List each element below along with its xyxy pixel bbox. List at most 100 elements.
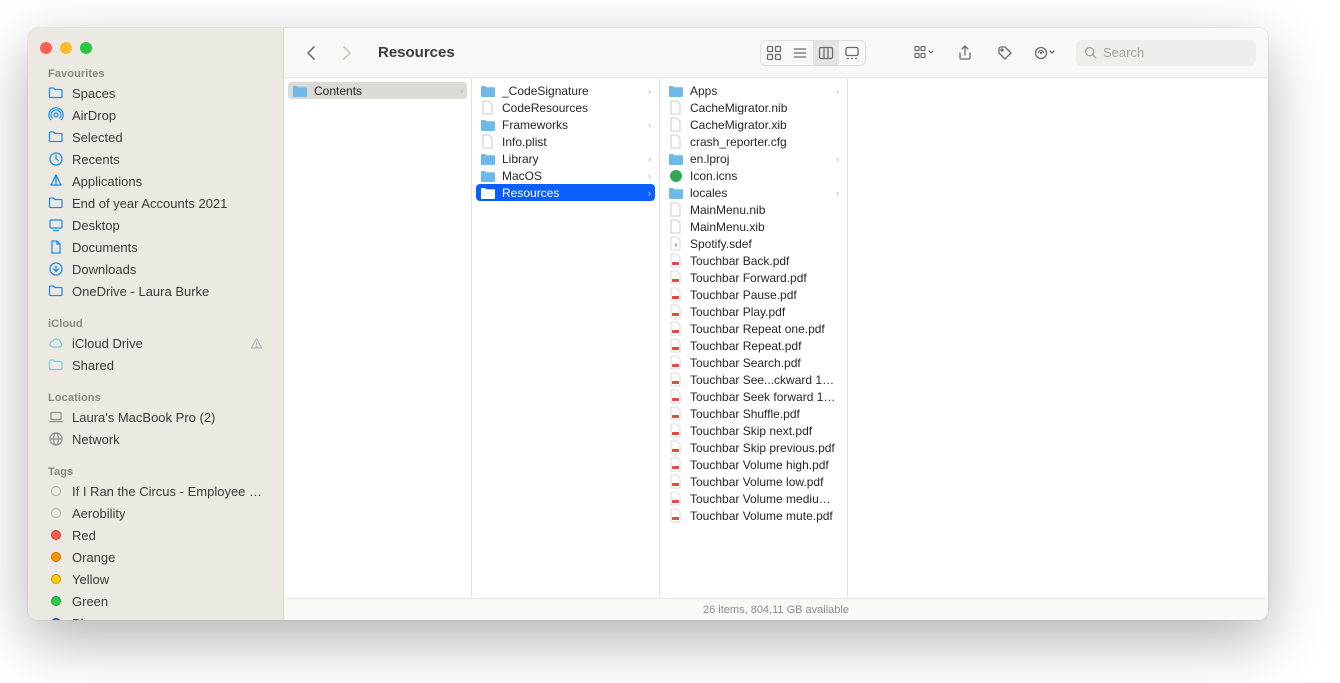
sidebar-item[interactable]: OneDrive - Laura Burke <box>28 280 283 302</box>
file-item[interactable]: MainMenu.xib <box>660 218 847 235</box>
file-item[interactable]: Icon.icns <box>660 167 847 184</box>
share-button[interactable] <box>952 41 978 65</box>
view-icons-button[interactable] <box>761 41 787 65</box>
file-item[interactable]: CodeResources <box>472 99 659 116</box>
pdf-icon <box>668 389 684 405</box>
file-item[interactable]: crash_reporter.cfg <box>660 133 847 150</box>
folder-icon <box>480 117 496 133</box>
file-item[interactable]: Touchbar Back.pdf <box>660 252 847 269</box>
folder-icon <box>668 83 684 99</box>
sidebar-item[interactable]: Downloads <box>28 258 283 280</box>
file-item[interactable]: Touchbar Skip next.pdf <box>660 422 847 439</box>
folder-icon <box>292 83 308 99</box>
group-by-menu[interactable] <box>912 41 938 65</box>
sidebar-item[interactable]: End of year Accounts 2021 <box>28 192 283 214</box>
file-item[interactable]: locales› <box>660 184 847 201</box>
sidebar-item[interactable]: Yellow <box>28 568 283 590</box>
file-item[interactable]: Touchbar Repeat one.pdf <box>660 320 847 337</box>
zoom-window-button[interactable] <box>80 42 92 54</box>
file-label: Touchbar Back.pdf <box>690 254 839 268</box>
file-item[interactable]: Info.plist <box>472 133 659 150</box>
tag-icon <box>48 593 64 609</box>
file-item[interactable]: Touchbar Search.pdf <box>660 354 847 371</box>
sidebar-item-label: Downloads <box>72 262 136 277</box>
pdf-icon <box>668 270 684 286</box>
file-label: locales <box>690 186 830 200</box>
file-item[interactable]: Touchbar Forward.pdf <box>660 269 847 286</box>
file-item[interactable]: Touchbar Volume mute.pdf <box>660 507 847 524</box>
view-list-button[interactable] <box>787 41 813 65</box>
file-item[interactable]: Touchbar Volume medium.pdf <box>660 490 847 507</box>
sidebar-item[interactable]: Selected <box>28 126 283 148</box>
sidebar-item-label: iCloud Drive <box>72 336 143 351</box>
file-item[interactable]: Touchbar Repeat.pdf <box>660 337 847 354</box>
file-item[interactable]: Touchbar Volume low.pdf <box>660 473 847 490</box>
file-label: MacOS <box>502 169 642 183</box>
view-columns-button[interactable] <box>813 41 839 65</box>
file-item[interactable]: Touchbar Volume high.pdf <box>660 456 847 473</box>
file-item[interactable]: #Spotify.sdef <box>660 235 847 252</box>
close-window-button[interactable] <box>40 42 52 54</box>
sidebar-item[interactable]: Documents <box>28 236 283 258</box>
file-label: _CodeSignature <box>502 84 642 98</box>
sidebar-item[interactable]: Desktop <box>28 214 283 236</box>
action-menu[interactable] <box>1032 41 1058 65</box>
sidebar-item[interactable]: Applications <box>28 170 283 192</box>
sidebar-item[interactable]: Spaces <box>28 82 283 104</box>
file-item[interactable]: Resources› <box>476 184 655 201</box>
tags-button[interactable] <box>992 41 1018 65</box>
sidebar-item[interactable]: AirDrop <box>28 104 283 126</box>
file-icon <box>480 134 496 150</box>
sidebar-item[interactable]: iCloud Drive <box>28 332 283 354</box>
file-item[interactable]: Touchbar Pause.pdf <box>660 286 847 303</box>
chevron-right-icon: › <box>648 171 651 181</box>
sidebar-item[interactable]: Aerobility <box>28 502 283 524</box>
file-item[interactable]: Apps› <box>660 82 847 99</box>
minimize-window-button[interactable] <box>60 42 72 54</box>
file-item[interactable]: MacOS › <box>472 167 659 184</box>
file-item[interactable]: CacheMigrator.nib <box>660 99 847 116</box>
chevron-right-icon: › <box>648 120 651 130</box>
file-item[interactable]: Touchbar See...ckward 15.pdf <box>660 371 847 388</box>
view-mode-segmented <box>760 40 866 66</box>
sidebar-item[interactable]: Blue <box>28 612 283 620</box>
sidebar-item[interactable]: Green <box>28 590 283 612</box>
sidebar-item-label: If I Ran the Circus - Employee brainstor… <box>72 484 263 499</box>
file-item[interactable]: Touchbar Shuffle.pdf <box>660 405 847 422</box>
sidebar-item[interactable]: Network <box>28 428 283 450</box>
pdf-icon <box>668 406 684 422</box>
file-item[interactable]: _CodeSignature› <box>472 82 659 99</box>
file-item[interactable]: CacheMigrator.xib <box>660 116 847 133</box>
file-label: Spotify.sdef <box>690 237 839 251</box>
file-item[interactable]: Contents› <box>288 82 467 99</box>
column: _CodeSignature›CodeResourcesFrameworks›I… <box>472 78 660 598</box>
file-item[interactable]: Touchbar Play.pdf <box>660 303 847 320</box>
view-gallery-button[interactable] <box>839 41 865 65</box>
file-label: Touchbar Volume high.pdf <box>690 458 839 472</box>
file-item[interactable]: en.lproj› <box>660 150 847 167</box>
file-label: CacheMigrator.xib <box>690 118 839 132</box>
file-label: Apps <box>690 84 830 98</box>
file-label: Contents <box>314 84 454 98</box>
folder-icon <box>48 195 64 211</box>
file-item[interactable]: MainMenu.nib <box>660 201 847 218</box>
file-item[interactable]: Frameworks› <box>472 116 659 133</box>
back-button[interactable] <box>302 44 320 62</box>
sidebar-item[interactable]: If I Ran the Circus - Employee brainstor… <box>28 480 283 502</box>
file-item[interactable]: Library› <box>472 150 659 167</box>
search-placeholder: Search <box>1103 45 1144 60</box>
forward-button[interactable] <box>338 44 356 62</box>
sidebar-item[interactable]: Red <box>28 524 283 546</box>
file-label: CodeResources <box>502 101 651 115</box>
sidebar-section-title: Locations <box>28 388 283 406</box>
file-label: Touchbar Repeat.pdf <box>690 339 839 353</box>
sidebar-item[interactable]: Orange <box>28 546 283 568</box>
file-item[interactable]: Touchbar Seek forward 15.pdf <box>660 388 847 405</box>
sidebar-item[interactable]: Shared <box>28 354 283 376</box>
sidebar-item[interactable]: Recents <box>28 148 283 170</box>
file-item[interactable]: Touchbar Skip previous.pdf <box>660 439 847 456</box>
window-controls <box>28 38 283 64</box>
file-icon <box>480 100 496 116</box>
sidebar-item[interactable]: Laura's MacBook Pro (2) <box>28 406 283 428</box>
search-field[interactable]: Search <box>1076 40 1256 66</box>
